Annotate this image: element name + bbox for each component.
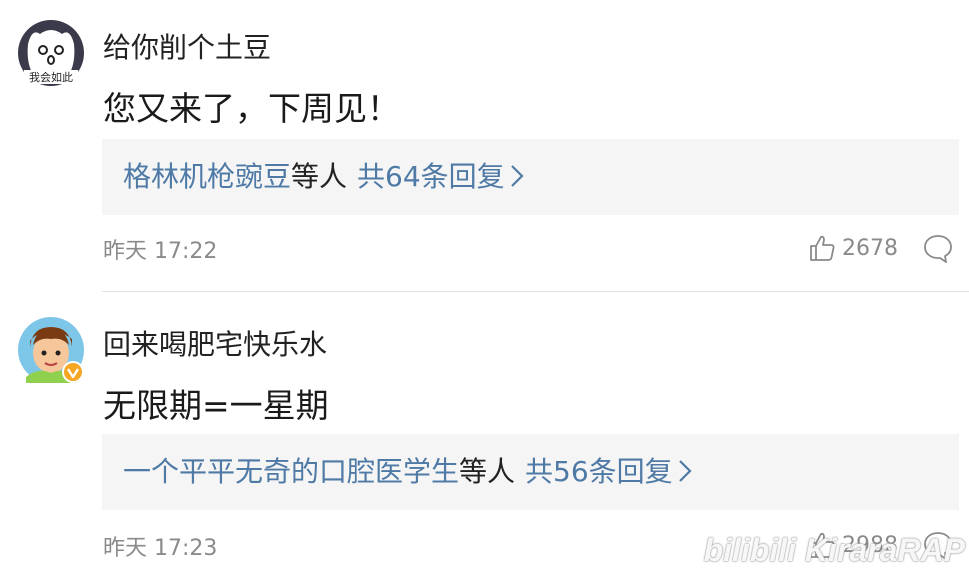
timestamp: 昨天 17:23 (103, 536, 218, 561)
comment-text: 无限期=一星期 (103, 386, 329, 425)
like-button[interactable]: 2678 (808, 232, 898, 264)
thumbs-up-icon (810, 235, 835, 261)
replies-preview[interactable]: 格林机枪豌豆等人 共64条回复 (102, 139, 959, 215)
comment-bubble-icon[interactable] (922, 232, 954, 264)
comment-item: 我会如此 给你削个土豆 您又来了，下周见！ 格林机枪豌豆等人 共64条回复 昨天 … (0, 0, 969, 290)
avatar[interactable]: 我会如此 (18, 20, 84, 86)
comment-item: 回来喝肥宅快乐水 无限期=一星期 一个平平无奇的口腔医学生等人 共56条回复 昨天… (0, 293, 969, 571)
avatar-caption: 我会如此 (29, 70, 73, 84)
reply-count-link[interactable]: 共56条回复 (525, 455, 673, 488)
chevron-right-icon (510, 165, 524, 187)
comment-text: 您又来了，下周见！ (103, 89, 400, 128)
watermark: bilibili KiraraRAP (703, 532, 965, 568)
chevron-right-icon (678, 460, 692, 482)
replies-preview[interactable]: 一个平平无奇的口腔医学生等人 共56条回复 (102, 434, 959, 510)
replies-etc: 等人 (291, 160, 348, 193)
like-count: 2678 (842, 235, 898, 261)
comment-divider (102, 291, 969, 292)
avatar[interactable] (18, 317, 84, 383)
replier-name[interactable]: 格林机枪豌豆 (123, 160, 291, 193)
timestamp: 昨天 17:22 (103, 239, 218, 264)
username[interactable]: 回来喝肥宅快乐水 (103, 323, 327, 363)
reply-count-link[interactable]: 共64条回复 (357, 160, 505, 193)
verified-badge-icon (62, 361, 84, 383)
replier-name[interactable]: 一个平平无奇的口腔医学生 (123, 455, 459, 488)
replies-etc: 等人 (459, 455, 516, 488)
username[interactable]: 给你削个土豆 (103, 26, 271, 66)
